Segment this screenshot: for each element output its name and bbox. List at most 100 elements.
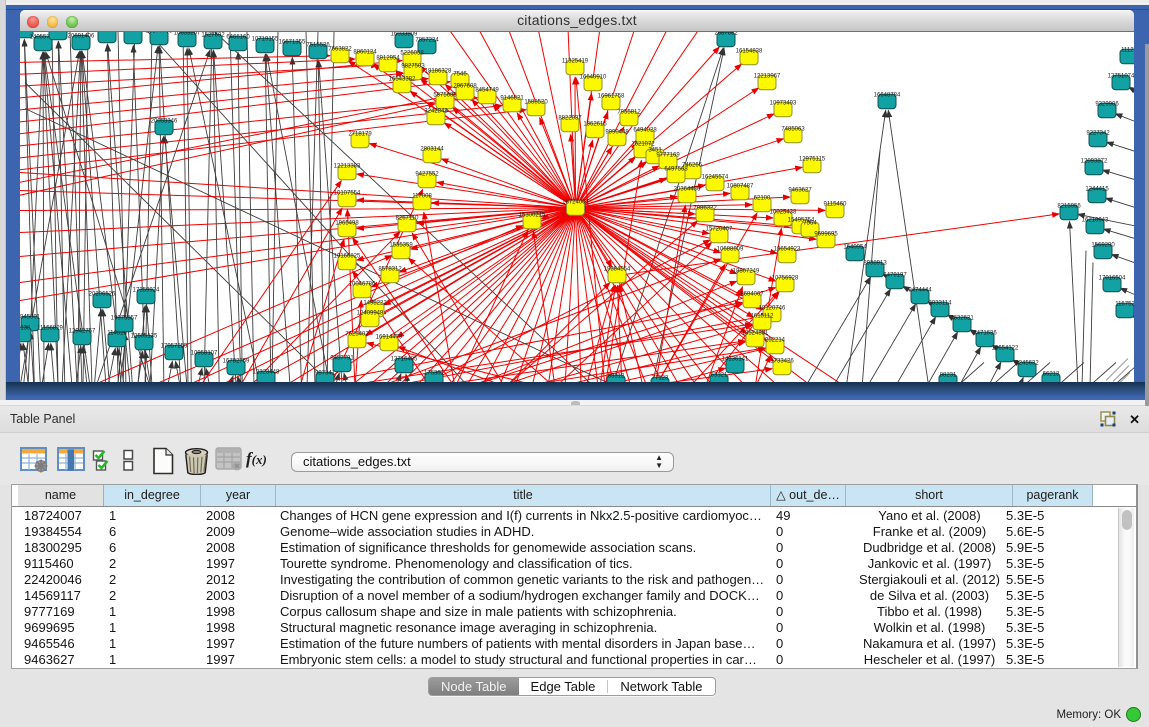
svg-text:6466160: 6466160	[226, 34, 250, 40]
svg-text:7986322: 7986322	[693, 205, 717, 211]
svg-text:6494028: 6494028	[633, 127, 657, 133]
svg-text:12093872: 12093872	[1081, 158, 1108, 164]
svg-text:16914479: 16914479	[376, 334, 403, 340]
svg-text:5875685: 5875685	[433, 92, 457, 98]
svg-text:16210943: 16210943	[1082, 217, 1109, 223]
svg-text:16033809: 16033809	[391, 32, 418, 38]
svg-text:12323448: 12323448	[253, 369, 280, 375]
svg-text:77123: 77123	[652, 375, 669, 381]
svg-text:7625402: 7625402	[345, 331, 369, 337]
svg-text:9427552: 9427552	[415, 171, 439, 177]
svg-text:12975115: 12975115	[799, 156, 826, 162]
svg-text:9777169: 9777169	[656, 152, 680, 158]
svg-text:6479197: 6479197	[883, 272, 907, 278]
svg-text:11123: 11123	[1121, 47, 1134, 53]
svg-text:19166825: 19166825	[334, 253, 361, 259]
svg-text:66213: 66213	[1043, 371, 1060, 377]
svg-text:8215956: 8215956	[1057, 203, 1081, 209]
svg-text:1733426: 1733426	[770, 358, 794, 364]
svg-text:12213383: 12213383	[334, 163, 361, 169]
svg-text:19377793: 19377793	[146, 32, 173, 35]
svg-text:14136141: 14136141	[722, 356, 749, 362]
svg-text:116753: 116753	[1115, 301, 1134, 307]
svg-text:1640954: 1640954	[843, 244, 867, 250]
svg-text:10120746: 10120746	[759, 305, 786, 311]
svg-text:16543382: 16543382	[389, 76, 416, 82]
svg-text:175301: 175301	[424, 370, 445, 376]
svg-text:16640910: 16640910	[580, 74, 607, 80]
svg-text:10756928: 10756928	[772, 275, 799, 281]
svg-text:10807487: 10807487	[727, 183, 754, 189]
svg-text:9990448: 9990448	[605, 129, 629, 135]
svg-text:8454749: 8454749	[475, 87, 499, 93]
svg-text:20691406: 20691406	[68, 33, 95, 39]
svg-text:63321: 63321	[711, 372, 728, 378]
svg-text:1569290: 1569290	[1091, 242, 1115, 248]
svg-text:2933114: 2933114	[929, 300, 953, 306]
svg-text:39138: 39138	[20, 325, 31, 331]
svg-text:7546: 7546	[453, 71, 467, 77]
svg-text:10025438: 10025438	[770, 209, 797, 215]
svg-text:16154838: 16154838	[736, 48, 763, 54]
svg-text:10958107: 10958107	[191, 350, 218, 356]
svg-text:7632621: 7632621	[950, 315, 974, 321]
svg-text:20206526: 20206526	[89, 291, 116, 297]
svg-text:2718179: 2718179	[348, 131, 372, 137]
svg-text:10107554: 10107554	[334, 190, 361, 196]
svg-text:12505135: 12505135	[131, 333, 158, 339]
svg-text:16782759: 16782759	[223, 358, 250, 364]
svg-text:15720407: 15720407	[706, 226, 733, 232]
svg-text:62100: 62100	[754, 195, 771, 201]
svg-text:9245632: 9245632	[1015, 360, 1039, 366]
svg-text:9329906: 9329906	[1095, 101, 1119, 107]
svg-text:1588520: 1588520	[524, 99, 548, 105]
svg-text:18807249: 18807249	[733, 268, 760, 274]
svg-text:12942757: 12942757	[69, 328, 96, 334]
svg-text:7857224: 7857224	[415, 37, 439, 43]
svg-text:8938913: 8938913	[863, 260, 887, 266]
svg-text:11325419: 11325419	[562, 58, 589, 64]
svg-text:3242848: 3242848	[424, 108, 448, 114]
svg-text:88231: 88231	[940, 372, 957, 378]
svg-text:1535359: 1535359	[389, 242, 413, 248]
svg-text:2803144: 2803144	[420, 146, 444, 152]
svg-text:1965498: 1965498	[335, 220, 359, 226]
svg-text:1527602: 1527602	[201, 32, 225, 38]
svg-text:16648784: 16648784	[874, 92, 901, 98]
svg-text:1244415: 1244415	[1085, 186, 1109, 192]
svg-text:9735134: 9735134	[95, 32, 119, 33]
svg-text:16245574: 16245574	[702, 174, 729, 180]
svg-text:987341: 987341	[315, 370, 336, 376]
svg-text:5226058: 5226058	[400, 50, 424, 56]
svg-text:9474444: 9474444	[908, 287, 932, 293]
svg-text:7515526: 7515526	[306, 42, 330, 48]
svg-text:1362615: 1362615	[583, 121, 607, 127]
svg-text:845001: 845001	[20, 314, 41, 320]
svg-text:7955812: 7955812	[617, 109, 641, 115]
svg-text:10688609: 10688609	[717, 246, 744, 252]
svg-text:10654122: 10654122	[992, 345, 1019, 351]
svg-text:19654923: 19654923	[774, 246, 801, 252]
svg-text:13524851: 13524851	[742, 330, 769, 336]
svg-text:117008: 117008	[412, 193, 432, 199]
svg-text:11156829: 11156829	[37, 325, 63, 331]
svg-text:9115460: 9115460	[824, 201, 848, 207]
svg-text:10719155: 10719155	[252, 36, 279, 42]
svg-text:13751074: 13751074	[1108, 73, 1134, 79]
svg-text:7663822: 7663822	[328, 46, 352, 52]
svg-text:10653267: 10653267	[174, 32, 201, 37]
svg-text:2967608: 2967608	[453, 83, 477, 89]
svg-text:8860124: 8860124	[353, 49, 377, 55]
svg-text:8578312: 8578312	[378, 266, 402, 272]
svg-text:17359924: 17359924	[133, 287, 160, 293]
svg-text:20364436: 20364436	[674, 186, 701, 192]
svg-text:18186328: 18186328	[425, 68, 452, 74]
svg-text:2687682: 2687682	[714, 32, 738, 37]
svg-text:7564: 7564	[803, 220, 817, 226]
svg-text:13716485: 13716485	[391, 356, 418, 362]
svg-text:1498222: 1498222	[363, 300, 387, 306]
svg-text:8471636: 8471636	[973, 330, 997, 336]
svg-text:9146821: 9146821	[500, 95, 524, 101]
svg-text:20053346: 20053346	[151, 118, 178, 124]
svg-text:15300215: 15300215	[519, 212, 546, 218]
